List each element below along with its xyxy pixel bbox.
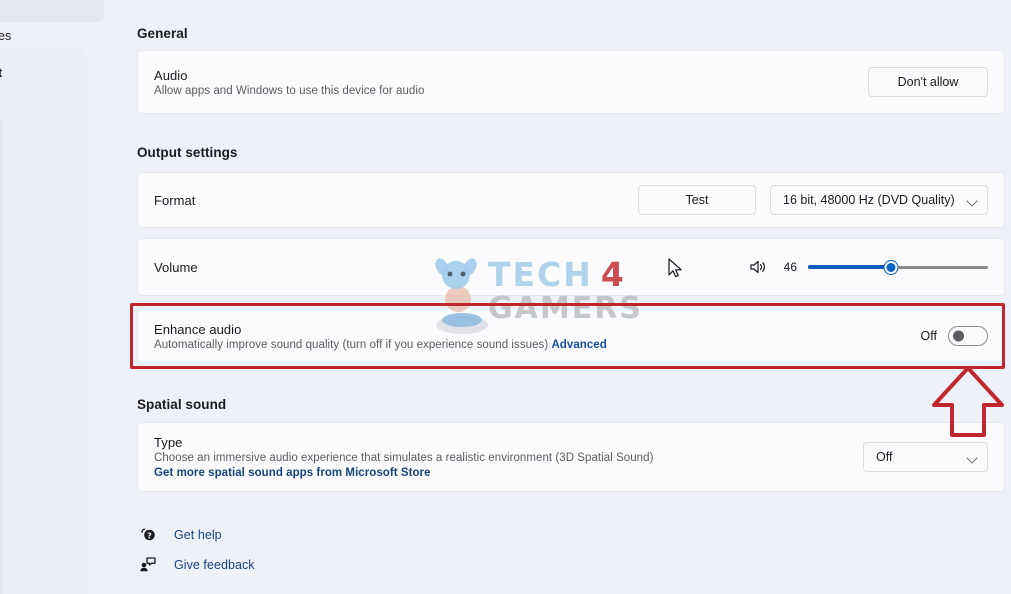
- audio-row-subtitle: Allow apps and Windows to use this devic…: [154, 84, 425, 97]
- enhance-audio-text: Enhance audio Automatically improve soun…: [154, 322, 607, 351]
- get-help-link[interactable]: Get help: [174, 528, 222, 542]
- svg-text:?: ?: [147, 531, 152, 540]
- feedback-person-icon: [139, 555, 158, 574]
- audio-row-text: Audio Allow apps and Windows to use this…: [154, 68, 424, 97]
- audio-row-title: Audio: [154, 67, 188, 83]
- give-feedback-entry[interactable]: Give feedback: [139, 555, 255, 574]
- get-help-entry[interactable]: ? Get help: [139, 525, 222, 544]
- volume-slider[interactable]: [808, 259, 988, 275]
- audio-permission-row[interactable]: Audio Allow apps and Windows to use this…: [137, 50, 1005, 114]
- volume-control[interactable]: 46: [749, 259, 988, 275]
- settings-sound-device-properties-page: es t General Audio Allow apps and Window…: [0, 0, 1011, 594]
- microsoft-store-link[interactable]: Get more spatial sound apps from Microso…: [154, 467, 653, 479]
- advanced-link[interactable]: Advanced: [551, 339, 606, 351]
- format-dropdown[interactable]: 16 bit, 48000 Hz (DVD Quality): [770, 185, 988, 215]
- section-heading-output-settings: Output settings: [137, 145, 238, 160]
- enhance-audio-row[interactable]: Enhance audio Automatically improve soun…: [137, 308, 1005, 364]
- give-feedback-link[interactable]: Give feedback: [174, 558, 255, 572]
- enhance-audio-toggle-group[interactable]: Off: [921, 326, 988, 346]
- spatial-type-title: Type: [154, 435, 183, 450]
- chevron-down-icon: [967, 452, 978, 463]
- window-titlebar-fragment: [0, 0, 104, 22]
- test-button[interactable]: Test: [638, 185, 756, 215]
- sidebar-item-partial-2[interactable]: t: [0, 66, 2, 80]
- dont-allow-button[interactable]: Don't allow: [868, 67, 988, 97]
- enhance-audio-subtitle: Automatically improve sound quality (tur…: [154, 339, 607, 351]
- sidebar-item-partial-1[interactable]: es: [0, 29, 11, 43]
- enhance-audio-toggle[interactable]: [948, 326, 988, 346]
- volume-row-title: Volume: [154, 259, 198, 275]
- section-heading-general: General: [137, 26, 188, 41]
- volume-value: 46: [783, 260, 797, 274]
- sidebar-fragment: es t: [0, 0, 112, 594]
- spatial-sound-type-row[interactable]: Type Choose an immersive audio experienc…: [137, 422, 1005, 492]
- spatial-sound-dropdown[interactable]: Off: [863, 442, 988, 472]
- format-row-title: Format: [154, 192, 196, 208]
- toggle-knob: [953, 330, 964, 342]
- help-question-icon: ?: [139, 525, 158, 544]
- enhance-audio-subtitle-text: Automatically improve sound quality (tur…: [154, 338, 549, 351]
- spatial-sound-dropdown-value: Off: [876, 450, 893, 464]
- format-row[interactable]: Format Test 16 bit, 48000 Hz (DVD Qualit…: [137, 172, 1005, 228]
- sidebar-panel-fragment: [0, 46, 86, 594]
- chevron-down-icon: [967, 195, 978, 206]
- enhance-audio-toggle-label: Off: [920, 329, 937, 343]
- enhance-audio-title: Enhance audio: [154, 321, 242, 337]
- spatial-type-subtitle: Choose an immersive audio experience tha…: [154, 452, 654, 464]
- format-dropdown-value: 16 bit, 48000 Hz (DVD Quality): [783, 193, 955, 207]
- spatial-type-text: Type Choose an immersive audio experienc…: [154, 435, 653, 479]
- volume-slider-fill: [808, 265, 891, 269]
- speaker-icon: [749, 259, 768, 275]
- settings-content-area: General Audio Allow apps and Windows to …: [137, 0, 1005, 594]
- sidebar-divider: [0, 120, 2, 594]
- volume-row[interactable]: Volume 46: [137, 238, 1005, 296]
- section-heading-spatial-sound: Spatial sound: [137, 397, 227, 412]
- volume-slider-thumb[interactable]: [884, 260, 898, 274]
